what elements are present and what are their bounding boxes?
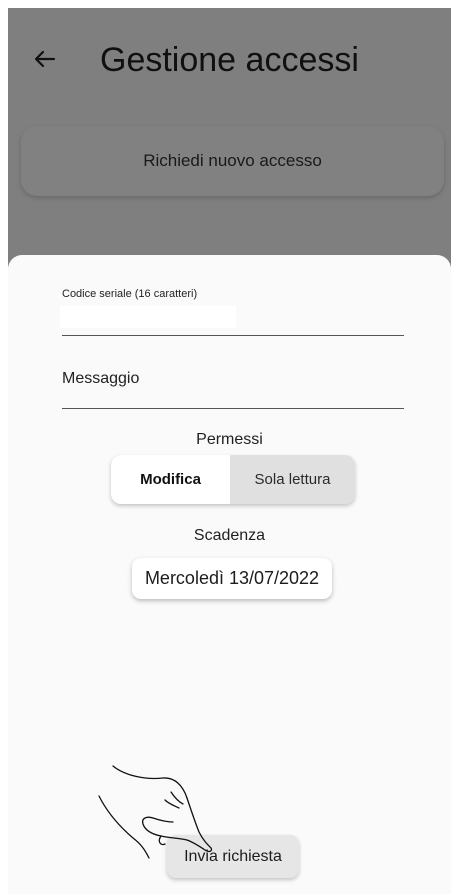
- permissions-toggle: Modifica Sola lettura: [111, 455, 355, 504]
- expiry-date-button[interactable]: Mercoledì 13/07/2022: [132, 558, 332, 599]
- permission-option-modifica[interactable]: Modifica: [111, 455, 230, 504]
- submit-request-button[interactable]: Invia richiesta: [167, 835, 299, 878]
- expiry-label: Scadenza: [193, 527, 266, 544]
- serial-input[interactable]: [60, 306, 236, 328]
- serial-field-label: Codice seriale (16 caratteri): [62, 288, 198, 300]
- serial-underline: [62, 335, 404, 336]
- message-underline: [62, 408, 404, 409]
- permission-option-sola-lettura[interactable]: Sola lettura: [230, 455, 355, 504]
- message-input[interactable]: [62, 364, 404, 394]
- permissions-label: Permessi: [196, 431, 263, 448]
